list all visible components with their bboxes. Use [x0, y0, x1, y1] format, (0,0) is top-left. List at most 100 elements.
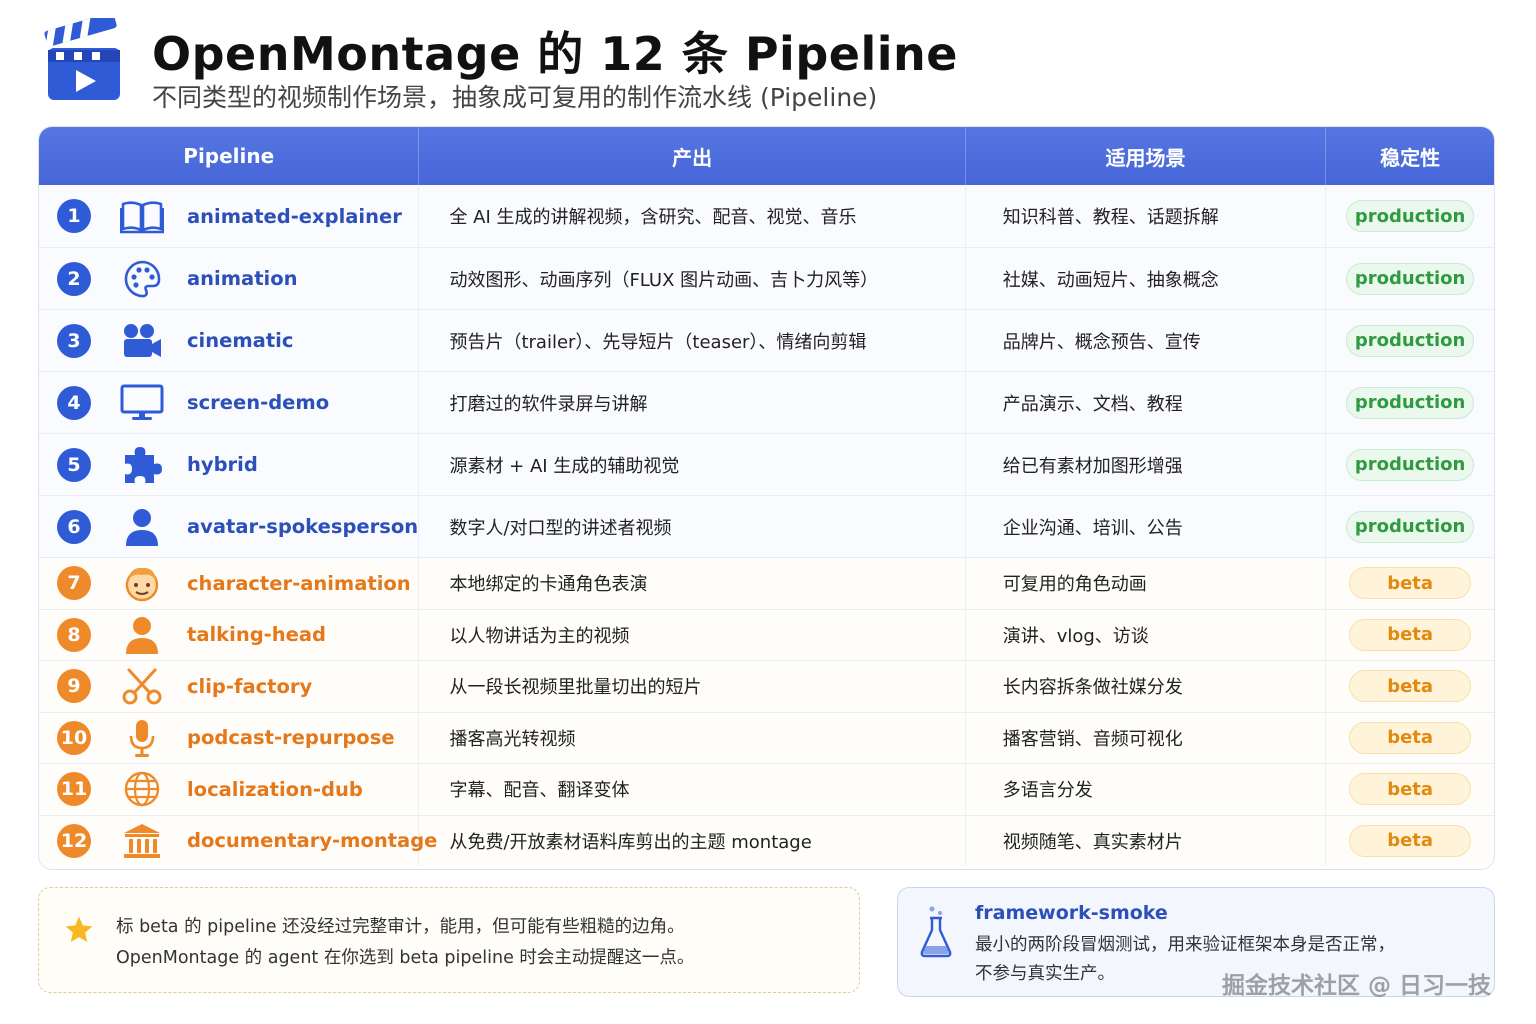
stability-cell: beta [1326, 816, 1494, 867]
stability-badge: production [1346, 386, 1475, 419]
stability-cell: production [1326, 185, 1494, 247]
table-row: 6 avatar-spokesperson 数字人/对口型的讲述者视频 企业沟通、培训… [39, 495, 1494, 557]
table-row: 8 talking-head 以人物讲话为主的视频 演讲、vlog、访谈 beta [39, 608, 1494, 660]
page-subtitle: 不同类型的视频制作场景，抽象成可复用的制作流水线 (Pipeline) [152, 83, 878, 112]
pipeline-name: screen-demo [187, 391, 330, 414]
pipeline-cell: 5 hybrid [39, 434, 420, 495]
pipeline-cell: 2 animation [39, 248, 420, 309]
row-number-badge: 4 [57, 385, 91, 420]
scene-cell: 视频随笔、真实素材片 [966, 815, 1327, 866]
stability-badge: beta [1349, 567, 1472, 600]
smoke-title: framework-smoke [975, 902, 1168, 924]
stability-badge: production [1346, 324, 1475, 357]
column-header-pipeline: Pipeline [39, 127, 420, 185]
cartoon-face-icon [119, 563, 165, 603]
scene-cell: 品牌片、概念预告、宣传 [966, 310, 1327, 371]
stability-cell: production [1326, 372, 1494, 433]
scene-cell: 给已有素材加图形增强 [966, 434, 1327, 495]
pipeline-cell: 10 podcast-repurpose [39, 712, 420, 763]
globe-icon [119, 769, 165, 809]
star-icon [65, 916, 93, 942]
pipeline-name: hybrid [187, 453, 258, 476]
output-cell: 本地绑定的卡通角色表演 [419, 558, 966, 609]
table-row: 1 animated-explainer 全 AI 生成的讲解视频，含研究、配音、视… [39, 185, 1494, 247]
row-number-badge: 9 [57, 669, 91, 704]
scene-cell: 长内容拆条做社媒分发 [966, 661, 1327, 712]
stability-cell: production [1326, 434, 1494, 495]
column-header-stability: 稳定性 [1380, 145, 1441, 170]
pipeline-cell: 6 avatar-spokesperson [39, 496, 420, 557]
stability-cell: beta [1326, 661, 1494, 712]
smoke-line-1: 最小的两阶段冒烟测试，用来验证框架本身是否正常， [975, 935, 1395, 955]
stability-badge: production [1346, 200, 1475, 232]
scene-cell: 社媒、动画短片、抽象概念 [966, 248, 1327, 309]
table-row: 3 cinematic 预告片（trailer）、先导短片（teaser）、情绪向剪… [39, 309, 1494, 371]
stability-cell: production [1326, 496, 1494, 557]
table-row: 4 screen-demo 打磨过的软件录屏与讲解 产品演示、文档、教程 product… [39, 371, 1494, 433]
output-cell: 源素材 + AI 生成的辅助视觉 [419, 434, 966, 495]
table-row: 12 documentary-montage 从免费/开放素材语料库剪出的主题 mo… [39, 814, 1494, 867]
monitor-icon [119, 383, 165, 423]
row-number-badge: 6 [57, 509, 91, 544]
row-number-badge: 3 [57, 323, 91, 358]
clapperboard-icon [44, 18, 120, 100]
row-number-badge: 2 [57, 261, 91, 296]
pipeline-cell: 11 localization-dub [39, 764, 420, 815]
pipeline-cell: 12 documentary-montage [39, 815, 437, 866]
table-body: 1 animated-explainer 全 AI 生成的讲解视频，含研究、配音、视… [39, 185, 1494, 866]
output-cell: 播客高光转视频 [419, 712, 966, 763]
pipeline-cell: 1 animated-explainer [39, 185, 420, 247]
palette-icon [119, 259, 165, 299]
scene-cell: 播客营销、音频可视化 [966, 712, 1327, 763]
row-number-badge: 12 [57, 823, 91, 858]
scene-cell: 可复用的角色动画 [966, 558, 1327, 609]
table-row: 11 localization-dub 字幕、配音、翻译变体 多语言分发 beta [39, 763, 1494, 815]
watermark: 掘金技术社区 @ 日习一技 [1222, 973, 1492, 999]
column-header-scene: 适用场景 [966, 127, 1327, 185]
pipeline-cell: 8 talking-head [39, 609, 420, 660]
output-cell: 字幕、配音、翻译变体 [419, 764, 966, 815]
pipeline-cell: 3 cinematic [39, 310, 420, 371]
microphone-icon [119, 718, 165, 758]
table-row: 5 hybrid 源素材 + AI 生成的辅助视觉 给已有素材加图形增强 product… [39, 433, 1494, 495]
row-number-badge: 11 [57, 772, 91, 807]
row-number-badge: 1 [57, 199, 91, 233]
stability-badge: beta [1349, 721, 1472, 754]
flask-icon [920, 906, 952, 958]
pipeline-cell: 9 clip-factory [39, 661, 420, 712]
pipeline-name: cinematic [187, 329, 294, 352]
scissors-icon [119, 666, 165, 706]
pipeline-cell: 7 character-animation [39, 558, 420, 609]
book-icon [119, 196, 165, 236]
smoke-line-2: 不参与真实生产。 [975, 964, 1115, 984]
note-line-1: 标 beta 的 pipeline 还没经过完整审计，能用，但可能有些粗糙的边角… [116, 917, 685, 937]
pipeline-name: clip-factory [187, 674, 313, 698]
person-icon [119, 507, 165, 547]
column-header-output: 产出 [419, 127, 966, 185]
output-cell: 从一段长视频里批量切出的短片 [419, 661, 966, 712]
output-cell: 以人物讲话为主的视频 [419, 609, 966, 660]
output-cell: 预告片（trailer）、先导短片（teaser）、情绪向剪辑 [419, 310, 966, 371]
movie-camera-icon [119, 321, 165, 361]
table-header: Pipeline 产出 适用场景 稳定性 [39, 127, 1494, 185]
pipeline-cell: 4 screen-demo [39, 372, 420, 433]
stability-cell: beta [1326, 558, 1494, 609]
pipeline-name: localization-dub [187, 777, 363, 801]
stability-cell: beta [1326, 713, 1494, 764]
output-cell: 从免费/开放素材语料库剪出的主题 montage [419, 815, 966, 866]
row-number-badge: 8 [57, 617, 91, 652]
puzzle-icon [119, 445, 165, 485]
stability-badge: beta [1349, 773, 1472, 806]
stability-badge: production [1346, 510, 1475, 543]
stability-badge: production [1346, 262, 1475, 295]
stability-badge: beta [1349, 618, 1472, 651]
pipeline-name: character-animation [187, 571, 411, 595]
stability-cell: production [1326, 310, 1494, 371]
table-row: 10 podcast-repurpose 播客高光转视频 播客营销、音频可视化 beta [39, 711, 1494, 764]
scene-cell: 企业沟通、培训、公告 [966, 496, 1327, 557]
output-cell: 打磨过的软件录屏与讲解 [419, 372, 966, 433]
scene-cell: 演讲、vlog、访谈 [966, 609, 1327, 660]
museum-icon [119, 821, 165, 861]
stability-badge: production [1346, 448, 1475, 481]
row-number-badge: 10 [57, 720, 91, 755]
